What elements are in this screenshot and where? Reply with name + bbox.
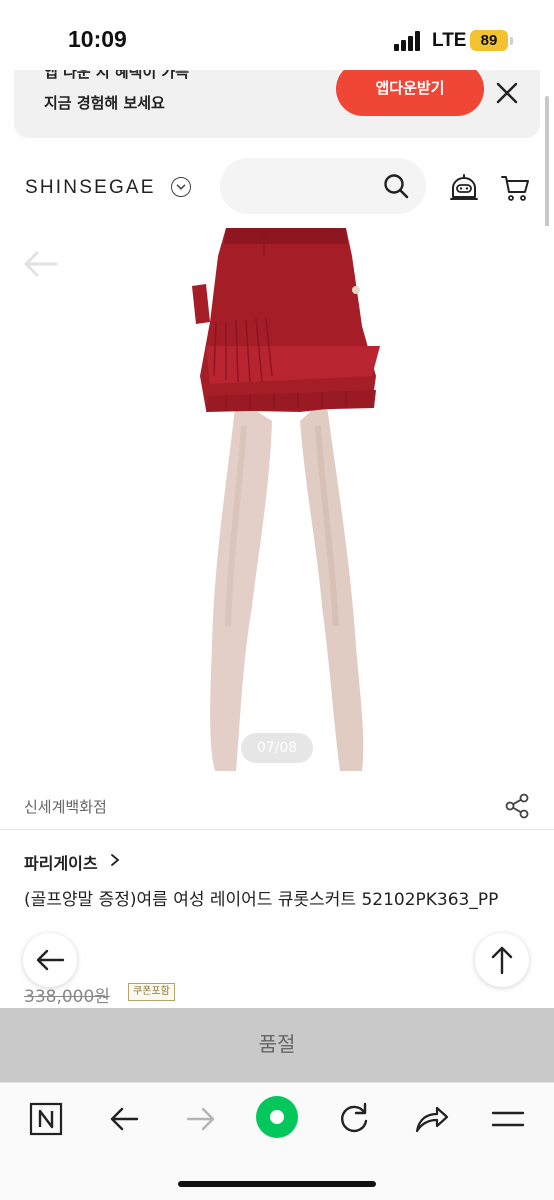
refresh-icon[interactable] bbox=[334, 1099, 374, 1139]
app-download-banner: 앱 다운 시 혜택이 가득 지금 경험해 보세요 앱다운받기 bbox=[14, 70, 540, 138]
forward-arrow-icon[interactable] bbox=[181, 1099, 221, 1139]
network-type: LTE bbox=[432, 30, 467, 51]
home-indicator bbox=[178, 1181, 376, 1187]
chevron-right-icon[interactable] bbox=[108, 853, 122, 867]
green-dot-icon[interactable] bbox=[255, 1095, 299, 1139]
arrow-up-icon bbox=[491, 946, 513, 975]
cellular-signal-icon bbox=[394, 31, 420, 51]
chevron-down-icon[interactable] bbox=[171, 177, 191, 197]
share-icon[interactable] bbox=[503, 792, 531, 820]
product-image-gallery[interactable]: 07/08 bbox=[0, 226, 554, 786]
scroll-top-floating-button[interactable] bbox=[475, 933, 529, 987]
search-icon[interactable] bbox=[382, 172, 410, 200]
gallery-page-indicator: 07/08 bbox=[241, 733, 313, 763]
banner-text-line1: 앱 다운 시 혜택이 가득 bbox=[44, 70, 190, 81]
back-arrow-icon bbox=[36, 949, 65, 971]
soldout-button[interactable]: 품절 bbox=[0, 1008, 554, 1082]
chatbot-icon[interactable] bbox=[449, 173, 479, 203]
search-input[interactable] bbox=[220, 158, 426, 214]
battery-icon: 89 bbox=[470, 30, 508, 51]
share-icon[interactable] bbox=[411, 1099, 451, 1139]
close-icon[interactable] bbox=[492, 78, 522, 108]
seller-row: 신세계백화점 bbox=[0, 786, 554, 830]
coupon-badge: 쿠폰포함 bbox=[128, 983, 175, 1001]
seller-name[interactable]: 신세계백화점 bbox=[24, 796, 107, 817]
menu-icon[interactable] bbox=[488, 1099, 528, 1139]
back-arrow-icon[interactable] bbox=[104, 1099, 144, 1139]
banner-text-line2: 지금 경험해 보세요 bbox=[44, 94, 165, 112]
brand-link[interactable]: 파리게이츠 bbox=[24, 850, 98, 874]
product-title: (골프양말 증정)여름 여성 레이어드 큐롯스커트 52102PK363_PP bbox=[24, 890, 499, 910]
app-download-button[interactable]: 앱다운받기 bbox=[336, 70, 484, 116]
cart-icon[interactable] bbox=[500, 173, 530, 203]
site-header: SHINSEGAE bbox=[0, 150, 554, 226]
naver-home-icon[interactable] bbox=[26, 1099, 66, 1139]
back-floating-button[interactable] bbox=[23, 933, 77, 987]
product-image bbox=[192, 228, 380, 771]
battery-tip bbox=[510, 37, 513, 45]
gallery-prev-arrow-icon[interactable] bbox=[22, 250, 58, 278]
status-time: 10:09 bbox=[68, 26, 127, 52]
shinsegae-logo[interactable]: SHINSEGAE bbox=[25, 177, 156, 199]
